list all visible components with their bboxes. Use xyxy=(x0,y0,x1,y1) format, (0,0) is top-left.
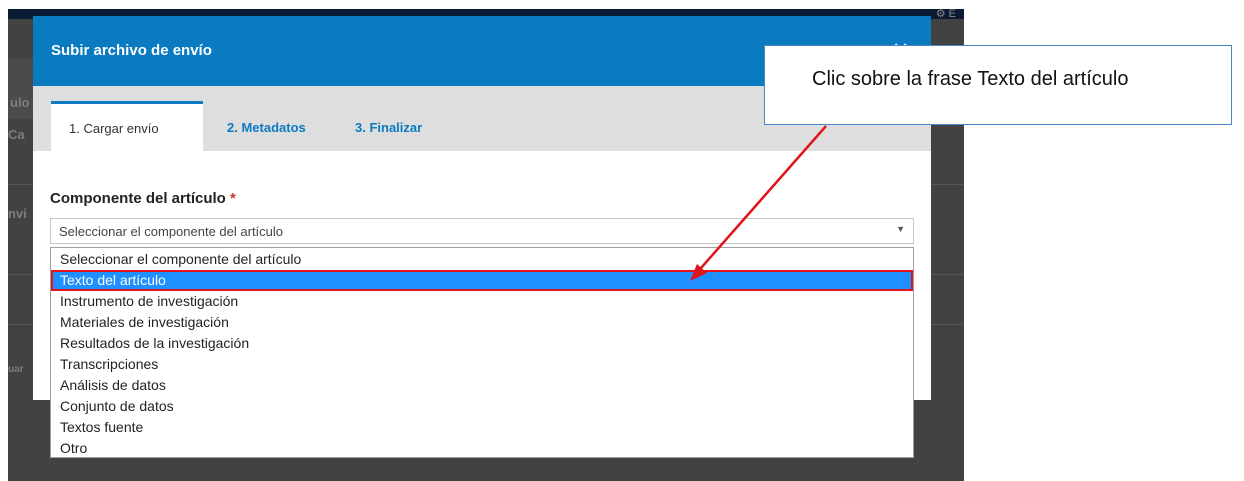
dropdown-option-article-text[interactable]: Texto del artículo xyxy=(51,270,913,291)
dropdown-option[interactable]: Análisis de datos xyxy=(51,375,913,396)
tab-metadata[interactable]: 2. Metadatos xyxy=(227,120,306,135)
dropdown-option[interactable]: Otro xyxy=(51,438,913,459)
dropdown-option[interactable]: Instrumento de investigación xyxy=(51,291,913,312)
chevron-down-icon: ▼ xyxy=(896,224,905,234)
dropdown-option[interactable]: Conjunto de datos xyxy=(51,396,913,417)
instruction-callout: Clic sobre la frase Texto del artículo xyxy=(764,45,1232,125)
dropdown-option[interactable]: Transcripciones xyxy=(51,354,913,375)
component-select[interactable]: Seleccionar el componente del artículo ▼ xyxy=(50,218,914,244)
select-value: Seleccionar el componente del artículo xyxy=(59,224,284,239)
background-text: nvi xyxy=(8,206,27,221)
dropdown-option[interactable]: Textos fuente xyxy=(51,417,913,438)
component-field-label: Componente del artículo * xyxy=(50,190,236,207)
background-topbar-icons: ⚙ E xyxy=(935,9,956,20)
tab-label: 1. Cargar envío xyxy=(69,121,159,136)
dropdown-option[interactable]: Seleccionar el componente del artículo xyxy=(51,249,913,270)
dropdown-option[interactable]: Materiales de investigación xyxy=(51,312,913,333)
required-marker: * xyxy=(230,190,236,207)
tab-finish[interactable]: 3. Finalizar xyxy=(355,120,422,135)
background-text: Ca xyxy=(8,127,25,142)
modal-title: Subir archivo de envío xyxy=(51,42,212,59)
callout-text: Clic sobre la frase Texto del artículo xyxy=(812,68,1129,90)
component-dropdown-list: Seleccionar el componente del artículo T… xyxy=(50,247,914,458)
background-text: uar xyxy=(8,364,24,375)
dropdown-option[interactable]: Resultados de la investigación xyxy=(51,333,913,354)
tab-upload[interactable]: 1. Cargar envío xyxy=(51,101,203,151)
background-text: ulo xyxy=(10,95,30,110)
field-label-text: Componente del artículo xyxy=(50,190,226,207)
